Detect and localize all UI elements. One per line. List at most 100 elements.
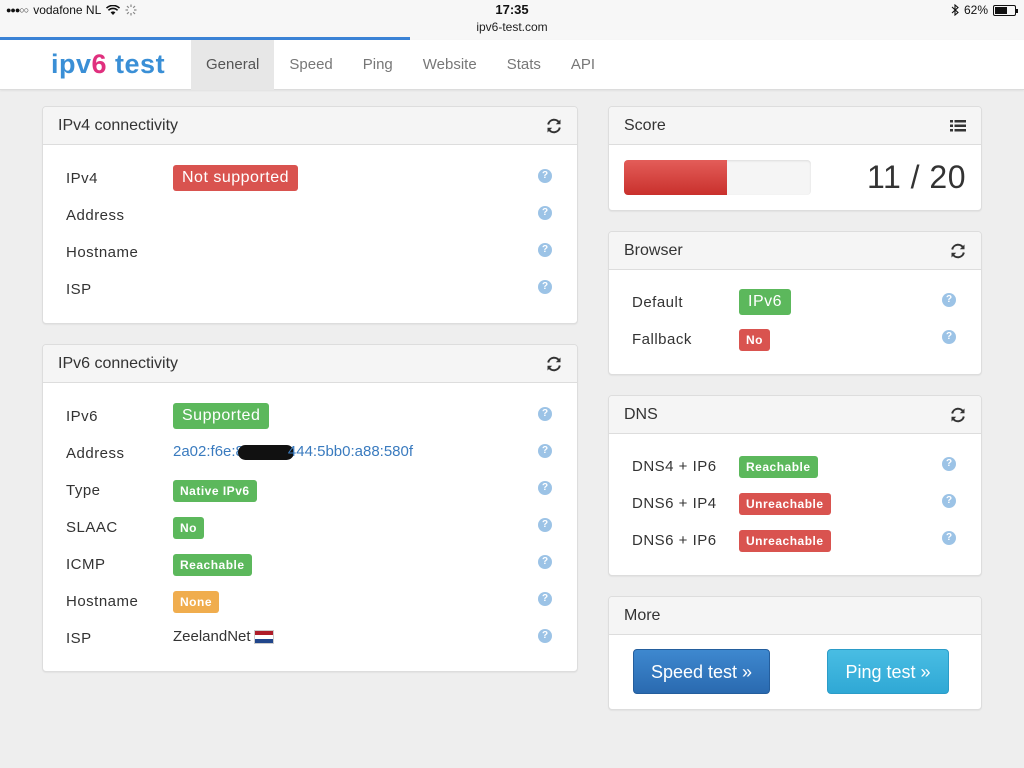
ipv6-address-row: Address 2a02:f6e:8 444:5bb0:a88:580f ? — [43, 440, 577, 470]
ipv4-hostname-row: Hostname ? — [43, 239, 577, 269]
dns6-ip6-row: DNS6 + IP6 Unreachable ? — [609, 527, 981, 557]
ipv6-address-value[interactable]: 2a02:f6e:8 444:5bb0:a88:580f — [173, 443, 413, 460]
site-logo[interactable]: ipv6 test — [51, 49, 165, 80]
tab-stats[interactable]: Stats — [492, 40, 556, 90]
ipv6-hostname-row: Hostname None ? — [43, 588, 577, 618]
ipv6-icmp-label: ICMP — [66, 556, 106, 573]
help-icon[interactable]: ? — [538, 243, 552, 257]
help-icon[interactable]: ? — [538, 280, 552, 294]
browser-panel: Browser Default IPv6 ? Fallback No ? — [608, 231, 982, 375]
help-icon[interactable]: ? — [942, 457, 956, 471]
help-icon[interactable]: ? — [942, 330, 956, 344]
score-panel-title: Score — [624, 117, 666, 134]
bluetooth-icon — [951, 4, 959, 16]
ipv6-status-badge: Supported — [173, 403, 270, 429]
help-icon[interactable]: ? — [942, 293, 956, 307]
help-icon[interactable]: ? — [538, 592, 552, 606]
refresh-icon[interactable] — [545, 117, 563, 135]
dns4-ip6-badge: Reachable — [739, 456, 818, 478]
dns-panel-title: DNS — [624, 406, 658, 423]
browser-panel-title: Browser — [624, 242, 683, 259]
battery-percentage: 62% — [963, 3, 988, 17]
ipv4-hostname-label: Hostname — [66, 244, 139, 261]
dns6-ip4-badge: Unreachable — [739, 493, 831, 515]
help-icon[interactable]: ? — [538, 481, 552, 495]
score-value: 11 / 20 — [867, 159, 966, 195]
ipv6-label: IPv6 — [66, 408, 99, 425]
ipv6-address-end: 444:5bb0:a88:580f — [287, 443, 414, 460]
refresh-icon[interactable] — [949, 242, 967, 260]
dns6-ip4-row: DNS6 + IP4 Unreachable ? — [609, 490, 981, 520]
browser-fallback-badge: No — [739, 329, 770, 351]
netherlands-flag-icon — [253, 630, 274, 645]
more-panel-heading: More — [609, 597, 981, 635]
list-icon[interactable] — [949, 117, 967, 135]
dns6-ip6-label: DNS6 + IP6 — [632, 532, 717, 549]
help-icon[interactable]: ? — [538, 629, 552, 643]
ipv4-status-row: IPv4 Not supported ? — [43, 165, 577, 195]
ipv6-hostname-badge: None — [173, 591, 219, 613]
ipv4-panel-title: IPv4 connectivity — [58, 117, 179, 134]
logo-text-ipv: ipv — [51, 49, 92, 79]
help-icon[interactable]: ? — [942, 531, 956, 545]
ipv6-type-badge: Native IPv6 — [173, 480, 257, 502]
ipv6-slaac-row: SLAAC No ? — [43, 514, 577, 544]
ipv6-address-start: 2a02:f6e:8 — [173, 443, 244, 460]
browser-fallback-label: Fallback — [632, 331, 692, 348]
tab-general[interactable]: General — [191, 40, 275, 90]
ipv6-panel: IPv6 connectivity IPv6 Supported ? Addre… — [42, 344, 578, 672]
tab-website[interactable]: Website — [408, 40, 492, 90]
ipv6-isp-label: ISP — [66, 630, 92, 647]
status-bar-time: 17:35 — [495, 2, 529, 17]
browser-default-label: Default — [632, 294, 684, 311]
ipv4-status-badge: Not supported — [173, 165, 299, 191]
nav-tabs: General Speed Ping Website Stats API — [191, 40, 610, 90]
dns6-ip6-badge: Unreachable — [739, 530, 831, 552]
ipv4-address-label: Address — [66, 207, 125, 224]
ipv6-icmp-badge: Reachable — [173, 554, 252, 576]
help-icon[interactable]: ? — [538, 407, 552, 421]
more-panel: More Speed test » Ping test » — [608, 596, 982, 710]
help-icon[interactable]: ? — [942, 494, 956, 508]
help-icon[interactable]: ? — [538, 444, 552, 458]
top-navbar: ipv6 test General Speed Ping Website Sta… — [0, 40, 1024, 90]
tab-speed[interactable]: Speed — [274, 40, 347, 90]
ipv4-isp-label: ISP — [66, 281, 92, 298]
help-icon[interactable]: ? — [538, 206, 552, 220]
browser-fallback-row: Fallback No ? — [609, 326, 981, 356]
dns-panel: DNS DNS4 + IP6 Reachable ? DNS6 + IP4 Un… — [608, 395, 982, 576]
ipv4-panel: IPv4 connectivity IPv4 Not supported ? A… — [42, 106, 578, 324]
browser-default-row: Default IPv6 ? — [609, 289, 981, 319]
ping-test-button[interactable]: Ping test » — [827, 649, 949, 694]
dns4-ip6-label: DNS4 + IP6 — [632, 458, 717, 475]
help-icon[interactable]: ? — [538, 169, 552, 183]
logo-text-6: 6 — [91, 49, 108, 79]
help-icon[interactable]: ? — [538, 555, 552, 569]
refresh-icon[interactable] — [545, 355, 563, 373]
ipv6-panel-heading: IPv6 connectivity — [43, 345, 577, 383]
battery-icon — [993, 4, 1018, 16]
status-bar-right: 62% — [951, 3, 1018, 17]
browser-default-badge: IPv6 — [739, 289, 792, 315]
ipv4-isp-row: ISP ? — [43, 276, 577, 306]
refresh-icon[interactable] — [949, 406, 967, 424]
ipv6-slaac-label: SLAAC — [66, 519, 118, 536]
browser-panel-heading: Browser — [609, 232, 981, 270]
ipv4-panel-heading: IPv4 connectivity — [43, 107, 577, 145]
help-icon[interactable]: ? — [538, 518, 552, 532]
battery-level — [995, 6, 1007, 14]
dns6-ip4-label: DNS6 + IP4 — [632, 495, 717, 512]
ipv6-isp-row: ISP ZeelandNet ? — [43, 625, 577, 655]
tab-ping[interactable]: Ping — [348, 40, 408, 90]
ipv6-isp-value: ZeelandNet — [173, 628, 251, 645]
score-panel-heading: Score — [609, 107, 981, 145]
logo-text-test: test — [107, 49, 166, 79]
ipv4-label: IPv4 — [66, 170, 99, 187]
ipv6-address-label: Address — [66, 445, 125, 462]
ipv6-hostname-label: Hostname — [66, 593, 139, 610]
speed-test-button[interactable]: Speed test » — [633, 649, 770, 694]
status-bar: ●●●○○ vodafone NL 17:35 ipv6-test.com 62… — [0, 0, 1024, 40]
address-bar-url[interactable]: ipv6-test.com — [0, 20, 1024, 34]
dns-panel-heading: DNS — [609, 396, 981, 434]
tab-api[interactable]: API — [556, 40, 610, 90]
